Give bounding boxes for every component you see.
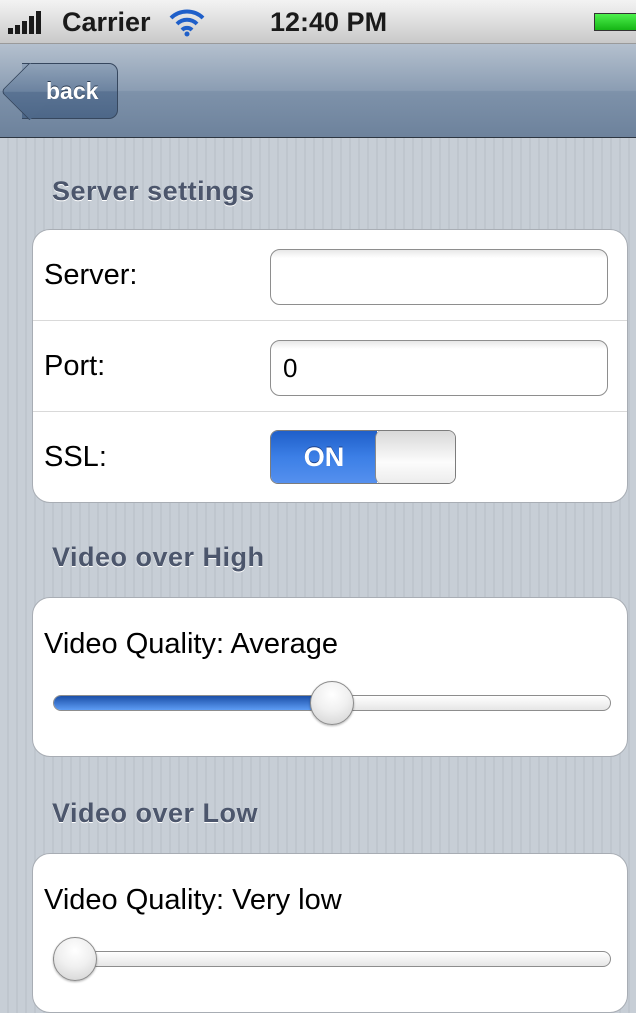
back-button[interactable]: back <box>22 63 118 119</box>
ssl-toggle[interactable]: ON <box>270 430 456 484</box>
ssl-toggle-knob[interactable] <box>375 431 455 483</box>
slider-track <box>53 951 611 967</box>
slider-fill <box>54 696 333 710</box>
port-row: Port: <box>33 321 627 412</box>
port-input[interactable] <box>270 340 608 396</box>
status-bar: Carrier 12:40 PM <box>0 0 636 44</box>
video-low-quality-row: Video Quality: Very low <box>44 884 342 917</box>
section-header-video-high: Video over High <box>52 542 265 572</box>
ssl-row: SSL: ON <box>33 412 627 502</box>
section-header-server: Server settings <box>52 176 255 206</box>
slider-thumb[interactable] <box>53 937 97 981</box>
port-label: Port: <box>44 350 106 382</box>
video-high-quality-label: Video Quality: <box>44 628 225 660</box>
video-high-quality-row: Video Quality: Average <box>44 628 338 661</box>
server-label: Server: <box>44 259 138 291</box>
ssl-toggle-on-label: ON <box>271 431 377 483</box>
server-settings-group: Server: Port: SSL: ON <box>32 229 628 503</box>
server-input[interactable] <box>270 249 608 305</box>
signal-bars-icon <box>8 11 41 34</box>
video-low-group: Video Quality: Very low <box>32 853 628 1013</box>
video-high-group: Video Quality: Average <box>32 597 628 757</box>
video-low-quality-slider[interactable] <box>53 936 611 982</box>
ssl-label: SSL: <box>44 441 107 473</box>
section-header-video-low: Video over Low <box>52 798 259 828</box>
video-high-quality-slider[interactable] <box>53 680 611 726</box>
video-low-quality-label: Video Quality: <box>44 884 225 916</box>
navigation-bar: back <box>0 44 636 138</box>
slider-thumb[interactable] <box>310 681 354 725</box>
carrier-label: Carrier <box>62 7 151 37</box>
server-row: Server: <box>33 230 627 321</box>
clock: 12:40 PM <box>270 7 388 37</box>
back-button-label: back <box>46 78 99 104</box>
video-high-quality-value: Average <box>230 628 339 660</box>
battery-icon <box>594 13 636 31</box>
video-low-quality-value: Very low <box>232 884 342 916</box>
wifi-icon <box>169 9 205 37</box>
